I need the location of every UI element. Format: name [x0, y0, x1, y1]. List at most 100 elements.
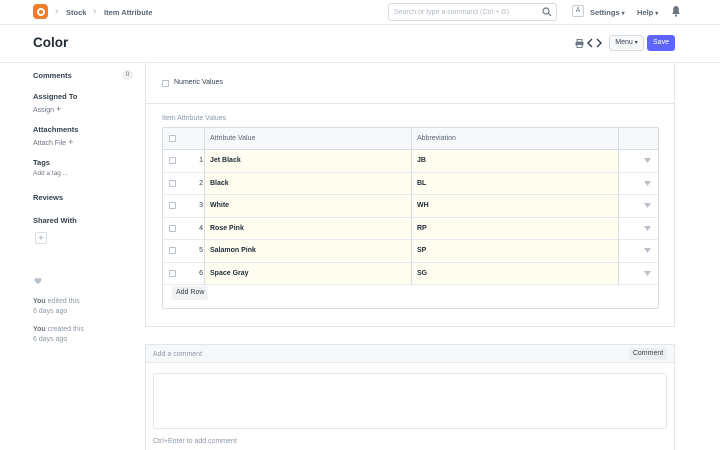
abbreviation-cell[interactable]	[411, 262, 618, 284]
breadcrumb-stock[interactable]: Stock	[66, 8, 86, 17]
caret-down-icon[interactable]	[644, 248, 651, 253]
column-header-attribute-value: Attribute Value	[210, 135, 256, 142]
reviews-label: Reviews	[33, 193, 64, 202]
comment-header: Add a comment Comment	[146, 345, 674, 363]
abbreviation-cell[interactable]	[411, 217, 618, 239]
comment-button[interactable]: Comment	[629, 348, 667, 360]
chevron-right-icon[interactable]	[596, 38, 602, 48]
abbreviation-value: BL	[417, 179, 427, 187]
abbreviation-value: SP	[417, 247, 427, 254]
abbreviation-cell[interactable]	[411, 240, 618, 262]
caret-down-icon: ▾	[634, 40, 638, 46]
caret-down-icon[interactable]	[644, 270, 651, 276]
settings-label: Settings	[590, 8, 620, 17]
section-divider	[146, 103, 674, 104]
search-icon	[542, 7, 552, 17]
add-tag-link[interactable]: Add a tag ...	[33, 170, 68, 177]
activity-user: You	[33, 298, 46, 305]
assigned-to-label: Assigned To	[33, 92, 78, 101]
attribute-values-table: Attribute Value Abbreviation 1 Jet Black…	[162, 127, 659, 309]
comments-count-badge: 0	[122, 70, 133, 80]
column-header-abbreviation: Abbreviation	[417, 135, 456, 142]
attribute-value: Salamon Pink	[210, 247, 256, 254]
activity-item: You edited this 6 days ago	[33, 297, 80, 317]
avatar[interactable]: A	[572, 5, 584, 17]
menu-label: Menu	[615, 39, 633, 46]
navbar: › Stock › Item Attribute A Settings▾ Hel…	[0, 0, 720, 25]
comment-input[interactable]	[153, 373, 667, 429]
page-title: Color	[33, 35, 69, 50]
activity-time: 6 days ago	[33, 308, 68, 315]
attribute-value-cell[interactable]	[204, 195, 411, 217]
row-index: 4	[199, 224, 203, 232]
awesome-bar[interactable]	[388, 3, 557, 21]
row-index: 3	[199, 202, 203, 209]
plus-icon: +	[56, 104, 62, 114]
save-button[interactable]: Save	[647, 35, 675, 51]
row-checkbox[interactable]	[169, 157, 176, 164]
comment-box: Add a comment Comment Ctrl+Enter to add …	[145, 344, 675, 450]
section-label: Item Attribute Values	[162, 115, 227, 122]
heart-icon[interactable]	[34, 277, 42, 285]
row-checkbox[interactable]	[169, 269, 176, 277]
menu-button[interactable]: Menu ▾	[609, 35, 644, 51]
activity-item: You created this 6 days ago	[33, 325, 84, 345]
row-index: 5	[199, 247, 203, 254]
settings-dropdown[interactable]: Settings ▾	[590, 8, 625, 17]
attribute-value: Space Gray	[210, 269, 249, 277]
column-divider	[204, 128, 205, 285]
select-all-checkbox[interactable]	[169, 135, 176, 142]
attachments-label: Attachments	[33, 125, 79, 134]
attribute-value-cell[interactable]	[204, 172, 411, 194]
numeric-values-label: Numeric Values	[174, 79, 223, 86]
row-index: 1	[199, 157, 203, 164]
plus-icon: +	[68, 137, 74, 147]
numeric-values-checkbox[interactable]	[162, 80, 169, 87]
search-input[interactable]	[394, 6, 534, 18]
assign-link[interactable]: Assign +	[33, 104, 61, 114]
chevron-left-icon[interactable]	[587, 38, 593, 48]
add-row-button[interactable]: Add Row	[172, 286, 209, 300]
column-divider	[411, 128, 412, 285]
app-logo[interactable]	[33, 4, 48, 19]
abbreviation-value: JB	[417, 157, 426, 164]
caret-down-icon: ▾	[655, 11, 659, 17]
chevron-right-icon: ›	[55, 6, 59, 17]
caret-down-icon[interactable]	[644, 225, 651, 231]
abbreviation-value: RP	[417, 224, 427, 232]
attribute-value: White	[210, 202, 230, 209]
form-card: Numeric Values Item Attribute Values Att…	[145, 63, 675, 327]
comment-heading: Add a comment	[153, 351, 203, 358]
add-share-button[interactable]: +	[35, 232, 47, 244]
abbreviation-cell[interactable]	[411, 195, 618, 217]
row-index: 6	[199, 269, 203, 277]
row-checkbox[interactable]	[169, 224, 176, 232]
comment-hint: Ctrl+Enter to add comment	[153, 438, 237, 445]
comments-label: Comments	[33, 71, 72, 80]
activity-time: 6 days ago	[33, 336, 68, 343]
row-checkbox[interactable]	[169, 202, 176, 209]
caret-down-icon[interactable]	[644, 158, 651, 163]
page-head: Color Menu ▾ Save	[0, 25, 720, 63]
abbreviation-value: WH	[417, 202, 429, 209]
breadcrumb-item-attribute[interactable]: Item Attribute	[104, 8, 152, 17]
help-label: Help	[637, 8, 654, 17]
help-dropdown[interactable]: Help ▾	[637, 8, 658, 17]
caret-down-icon[interactable]	[644, 203, 651, 208]
column-divider	[618, 128, 619, 285]
caret-down-icon[interactable]	[644, 180, 651, 186]
activity-action: edited this	[47, 298, 80, 305]
attribute-value: Rose Pink	[210, 224, 244, 232]
attribute-value: Black	[210, 179, 229, 187]
abbreviation-cell[interactable]	[411, 172, 618, 194]
row-checkbox[interactable]	[169, 247, 176, 254]
row-checkbox[interactable]	[169, 179, 176, 187]
bell-icon[interactable]	[671, 5, 681, 17]
form-sidebar: Comments 0 Assigned To Assign + Attachmen…	[33, 63, 143, 450]
assign-label: Assign	[33, 107, 55, 114]
print-icon[interactable]	[575, 39, 584, 48]
abbreviation-cell[interactable]	[411, 150, 618, 172]
attach-file-link[interactable]: Attach File +	[33, 137, 73, 147]
caret-down-icon: ▾	[621, 11, 625, 17]
attach-file-label: Attach File	[33, 140, 67, 147]
